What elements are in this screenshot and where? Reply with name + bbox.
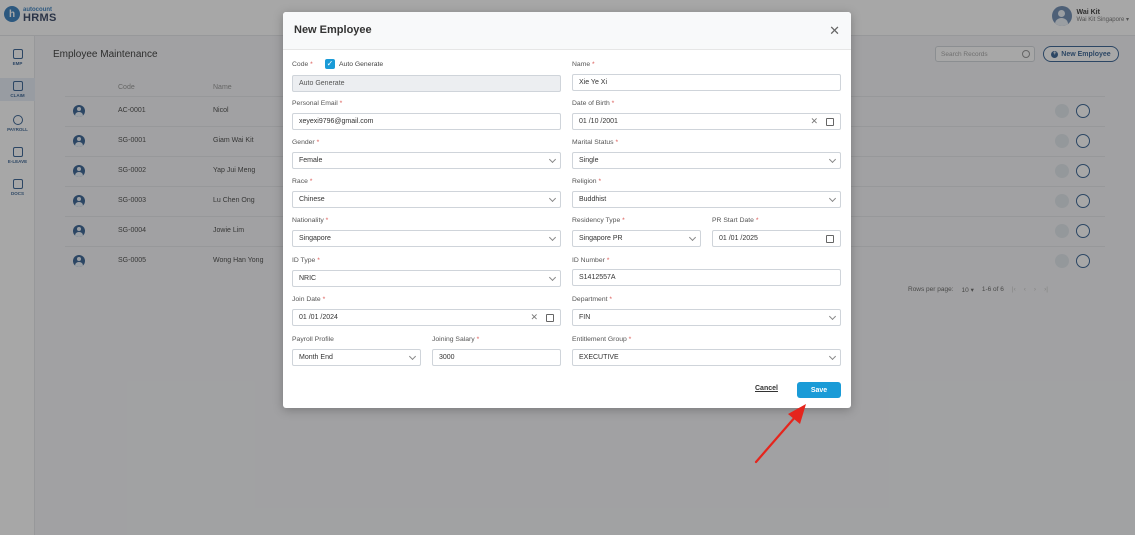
- id-number-field[interactable]: S1412557A: [572, 269, 841, 286]
- race-value: Chinese: [299, 196, 325, 203]
- religion-value: Buddhist: [579, 196, 607, 203]
- chevron-down-icon: [548, 194, 557, 203]
- email-field[interactable]: xeyexi9796@gmail.com: [292, 113, 561, 130]
- residency-value: Singapore PR: [579, 235, 623, 242]
- gender-value: Female: [299, 157, 323, 164]
- id-type-value: NRIC: [299, 275, 317, 282]
- save-button[interactable]: Save: [797, 382, 841, 398]
- entitlement-select[interactable]: EXECUTIVE: [572, 349, 841, 366]
- chevron-down-icon: [408, 352, 417, 361]
- chevron-down-icon: [688, 233, 697, 242]
- payroll-profile-label: Payroll Profile: [292, 336, 334, 343]
- religion-label: Religion *: [572, 178, 602, 185]
- payroll-profile-value: Month End: [299, 354, 333, 361]
- religion-select[interactable]: Buddhist: [572, 191, 841, 208]
- close-icon[interactable]: ✕: [829, 24, 840, 37]
- dob-field[interactable]: 01 /10 /2001 ✕: [572, 113, 841, 130]
- race-label: Race *: [292, 178, 313, 185]
- dob-label: Date of Birth *: [572, 100, 615, 107]
- pr-start-value: 01 /01 /2025: [719, 235, 758, 242]
- residency-select[interactable]: Singapore PR: [572, 230, 701, 247]
- id-number-label: ID Number *: [572, 257, 610, 264]
- email-label: Personal Email *: [292, 100, 343, 107]
- code-label: Code *: [292, 61, 313, 68]
- calendar-icon[interactable]: [546, 314, 554, 322]
- nationality-value: Singapore: [299, 235, 331, 242]
- join-date-label: Join Date *: [292, 296, 326, 303]
- dialog-header: New Employee ✕: [283, 12, 851, 50]
- chevron-down-icon: [548, 233, 557, 242]
- entitlement-value: EXECUTIVE: [579, 354, 619, 361]
- join-date-field[interactable]: 01 /01 /2024 ✕: [292, 309, 561, 326]
- pr-start-field[interactable]: 01 /01 /2025: [712, 230, 841, 247]
- entitlement-label: Entitlement Group *: [572, 336, 632, 343]
- payroll-profile-select[interactable]: Month End: [292, 349, 421, 366]
- auto-generate-checkbox[interactable]: ✓: [325, 59, 335, 69]
- clear-icon[interactable]: ✕: [810, 116, 818, 126]
- calendar-icon[interactable]: [826, 235, 834, 243]
- dialog-title: New Employee: [294, 24, 372, 36]
- joining-salary-field[interactable]: 3000: [432, 349, 561, 366]
- chevron-down-icon: [828, 352, 837, 361]
- id-type-select[interactable]: NRIC: [292, 270, 561, 287]
- chevron-down-icon: [828, 312, 837, 321]
- gender-select[interactable]: Female: [292, 152, 561, 169]
- race-select[interactable]: Chinese: [292, 191, 561, 208]
- department-select[interactable]: FIN: [572, 309, 841, 326]
- id-type-label: ID Type *: [292, 257, 320, 264]
- department-value: FIN: [579, 314, 591, 321]
- marital-select[interactable]: Single: [572, 152, 841, 169]
- nationality-label: Nationality *: [292, 217, 329, 224]
- auto-generate-label: Auto Generate: [339, 61, 384, 68]
- chevron-down-icon: [548, 273, 557, 282]
- code-field: Auto Generate: [292, 75, 561, 92]
- join-date-value: 01 /01 /2024: [299, 314, 338, 321]
- chevron-down-icon: [828, 194, 837, 203]
- red-arrow-annotation: [754, 404, 806, 464]
- cancel-button[interactable]: Cancel: [755, 385, 778, 392]
- dob-value: 01 /10 /2001: [579, 118, 618, 125]
- marital-value: Single: [579, 157, 599, 164]
- chevron-down-icon: [548, 155, 557, 164]
- gender-label: Gender *: [292, 139, 320, 146]
- joining-salary-label: Joining Salary *: [432, 336, 480, 343]
- calendar-icon[interactable]: [826, 118, 834, 126]
- department-label: Department *: [572, 296, 613, 303]
- clear-icon[interactable]: ✕: [530, 312, 538, 322]
- nationality-select[interactable]: Singapore: [292, 230, 561, 247]
- residency-label: Residency Type *: [572, 217, 625, 224]
- chevron-down-icon: [828, 155, 837, 164]
- pr-start-label: PR Start Date *: [712, 217, 759, 224]
- name-field[interactable]: Xie Ye Xi: [572, 74, 841, 91]
- marital-label: Marital Status *: [572, 139, 619, 146]
- name-label: Name *: [572, 61, 595, 68]
